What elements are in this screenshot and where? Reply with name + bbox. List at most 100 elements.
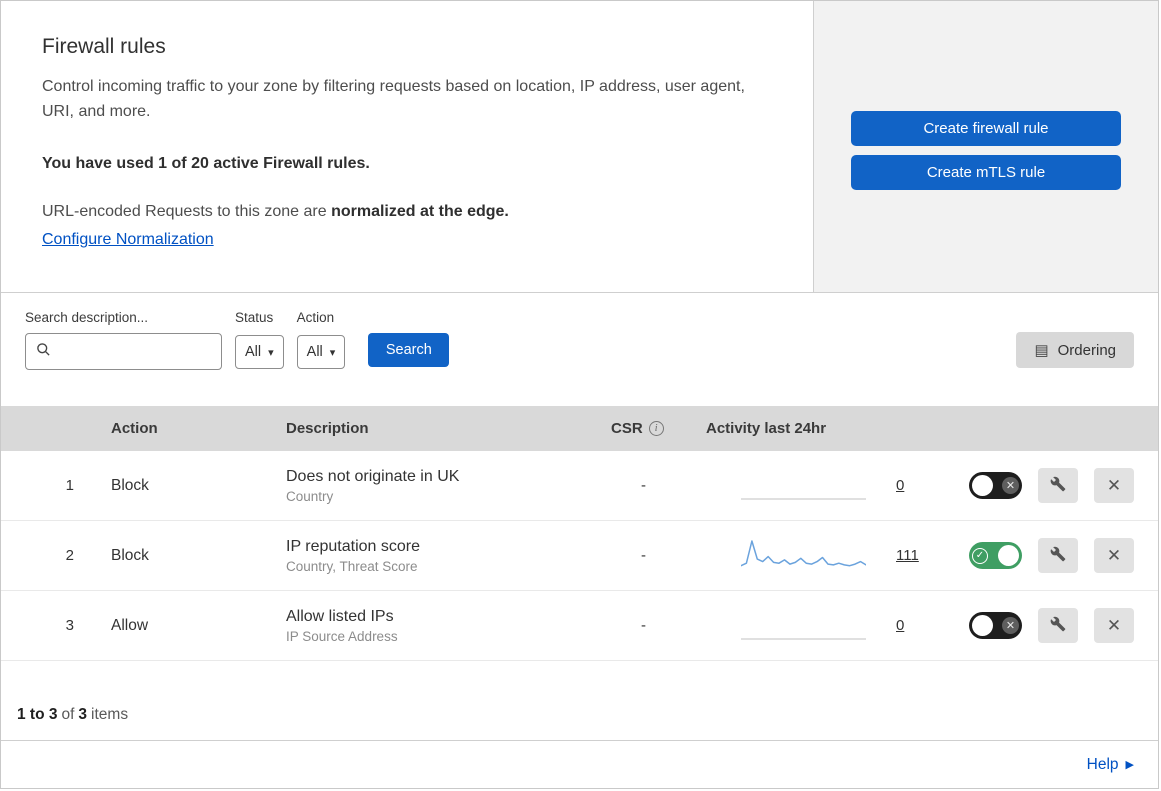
toggle-knob (972, 615, 993, 636)
search-button[interactable]: Search (368, 333, 450, 367)
rule-csr: - (641, 547, 646, 564)
normalization-bold: normalized at the edge. (331, 202, 509, 220)
rule-priority: 3 (65, 617, 74, 634)
wrench-icon (1050, 616, 1066, 635)
table-row: 3 Allow Allow listed IPs IP Source Addre… (1, 591, 1158, 661)
search-filter-group: Search description... (25, 310, 222, 370)
col-csr: CSR i (596, 420, 691, 437)
toggle-off-icon: ✕ (1002, 477, 1019, 494)
rule-description: Allow listed IPs (286, 607, 394, 625)
status-value: All (245, 344, 262, 360)
rule-criteria: Country (286, 488, 334, 504)
rule-enabled-toggle[interactable]: ✓ (969, 542, 1022, 569)
create-firewall-rule-button[interactable]: Create firewall rule (851, 111, 1121, 146)
action-value: All (306, 344, 323, 360)
activity-sparkline-wrap (740, 603, 867, 648)
normalization-note: URL-encoded Requests to this zone are no… (42, 203, 773, 221)
close-icon: ✕ (1106, 615, 1122, 635)
col-activity: Activity last 24hr (706, 420, 827, 437)
edit-rule-button[interactable] (1038, 538, 1078, 573)
rule-description-cell: IP reputation score Country, Threat Scor… (271, 538, 596, 574)
rule-activity-cell: 111 (691, 533, 951, 578)
table-row: 1 Block Does not originate in UK Country… (1, 451, 1158, 521)
rule-action: Block (111, 476, 149, 494)
create-mtls-rule-button[interactable]: Create mTLS rule (851, 155, 1121, 190)
rule-action: Allow (111, 616, 149, 634)
rule-enabled-toggle[interactable]: ✕ (969, 612, 1022, 639)
ordering-list-icon: ▤ (1034, 342, 1049, 359)
filter-bar: Search description... Status All ▾ Actio… (1, 293, 1158, 406)
firewall-rules-page: Firewall rules Control incoming traffic … (0, 0, 1159, 789)
help-bar: Help ▶ (1, 740, 1158, 788)
rule-criteria: Country, Threat Score (286, 558, 418, 574)
wrench-icon (1050, 476, 1066, 495)
delete-rule-button[interactable]: ✕ (1094, 538, 1134, 573)
rule-description: Does not originate in UK (286, 467, 460, 485)
page-description: Control incoming traffic to your zone by… (42, 78, 745, 120)
delete-rule-button[interactable]: ✕ (1094, 608, 1134, 643)
items-range: 1 to 3 (17, 706, 58, 723)
rule-priority: 2 (65, 547, 74, 564)
rule-description-cell: Does not originate in UK Country (271, 468, 596, 504)
page-title: Firewall rules (42, 35, 166, 58)
chevron-down-icon: ▾ (329, 346, 336, 359)
overview-actions: Create firewall rule Create mTLS rule (814, 1, 1158, 292)
toggle-knob (972, 475, 993, 496)
action-select[interactable]: All ▾ (296, 335, 346, 369)
status-select[interactable]: All ▾ (235, 335, 284, 369)
items-of: of (61, 706, 75, 723)
toggle-on-icon: ✓ (972, 547, 988, 564)
items-word: items (91, 706, 129, 723)
activity-sparkline (740, 498, 867, 500)
rule-controls: ✓ ✕ (951, 538, 1158, 573)
rule-csr: - (641, 477, 646, 494)
rule-activity-cell: 0 (691, 463, 951, 508)
col-action: Action (111, 420, 158, 437)
rule-description: IP reputation score (286, 537, 421, 555)
overview-text: Firewall rules Control incoming traffic … (1, 1, 814, 292)
table-row: 2 Block IP reputation score Country, Thr… (1, 521, 1158, 591)
activity-count-link[interactable]: 0 (896, 617, 904, 634)
normalization-text: URL-encoded Requests to this zone are (42, 202, 327, 220)
chevron-down-icon: ▾ (268, 346, 274, 359)
activity-count-link[interactable]: 111 (896, 547, 919, 564)
usage-summary: You have used 1 of 20 active Firewall ru… (42, 154, 370, 172)
items-summary: 1 to 3 of 3 items (1, 661, 1158, 740)
activity-sparkline (740, 638, 867, 640)
help-link[interactable]: Help ▶ (1087, 756, 1134, 774)
rule-controls: ✕ ✕ (951, 608, 1158, 643)
ordering-button[interactable]: ▤ Ordering (1016, 332, 1134, 368)
delete-rule-button[interactable]: ✕ (1094, 468, 1134, 503)
table-header: Action Description CSR i Activity last 2… (1, 406, 1158, 451)
rule-activity-cell: 0 (691, 603, 951, 648)
rule-criteria: IP Source Address (286, 628, 398, 644)
configure-normalization-link[interactable]: Configure Normalization (42, 231, 214, 248)
ordering-label: Ordering (1057, 341, 1116, 359)
edit-rule-button[interactable] (1038, 468, 1078, 503)
rule-priority: 1 (65, 477, 74, 494)
search-box[interactable] (25, 333, 222, 370)
rule-description-cell: Allow listed IPs IP Source Address (271, 608, 596, 644)
arrow-right-icon: ▶ (1125, 759, 1134, 771)
activity-sparkline (740, 540, 867, 567)
rule-action: Block (111, 546, 149, 564)
toggle-off-icon: ✕ (1002, 617, 1019, 634)
rule-csr: - (641, 617, 646, 634)
info-icon[interactable]: i (648, 421, 664, 436)
status-label: Status (235, 310, 274, 325)
edit-rule-button[interactable] (1038, 608, 1078, 643)
rule-controls: ✕ ✕ (951, 468, 1158, 503)
activity-sparkline-wrap (740, 463, 867, 508)
close-icon: ✕ (1106, 475, 1122, 495)
overview-section: Firewall rules Control incoming traffic … (1, 1, 1158, 293)
action-label: Action (296, 310, 335, 325)
activity-count-link[interactable]: 0 (896, 477, 904, 494)
toggle-knob (998, 545, 1019, 566)
search-description-input[interactable] (59, 342, 221, 361)
rule-enabled-toggle[interactable]: ✕ (969, 472, 1022, 499)
wrench-icon (1050, 546, 1066, 565)
search-label: Search description... (25, 310, 149, 325)
search-icon (36, 342, 51, 362)
close-icon: ✕ (1106, 545, 1122, 565)
action-filter-group: Action All ▾ (296, 310, 346, 369)
